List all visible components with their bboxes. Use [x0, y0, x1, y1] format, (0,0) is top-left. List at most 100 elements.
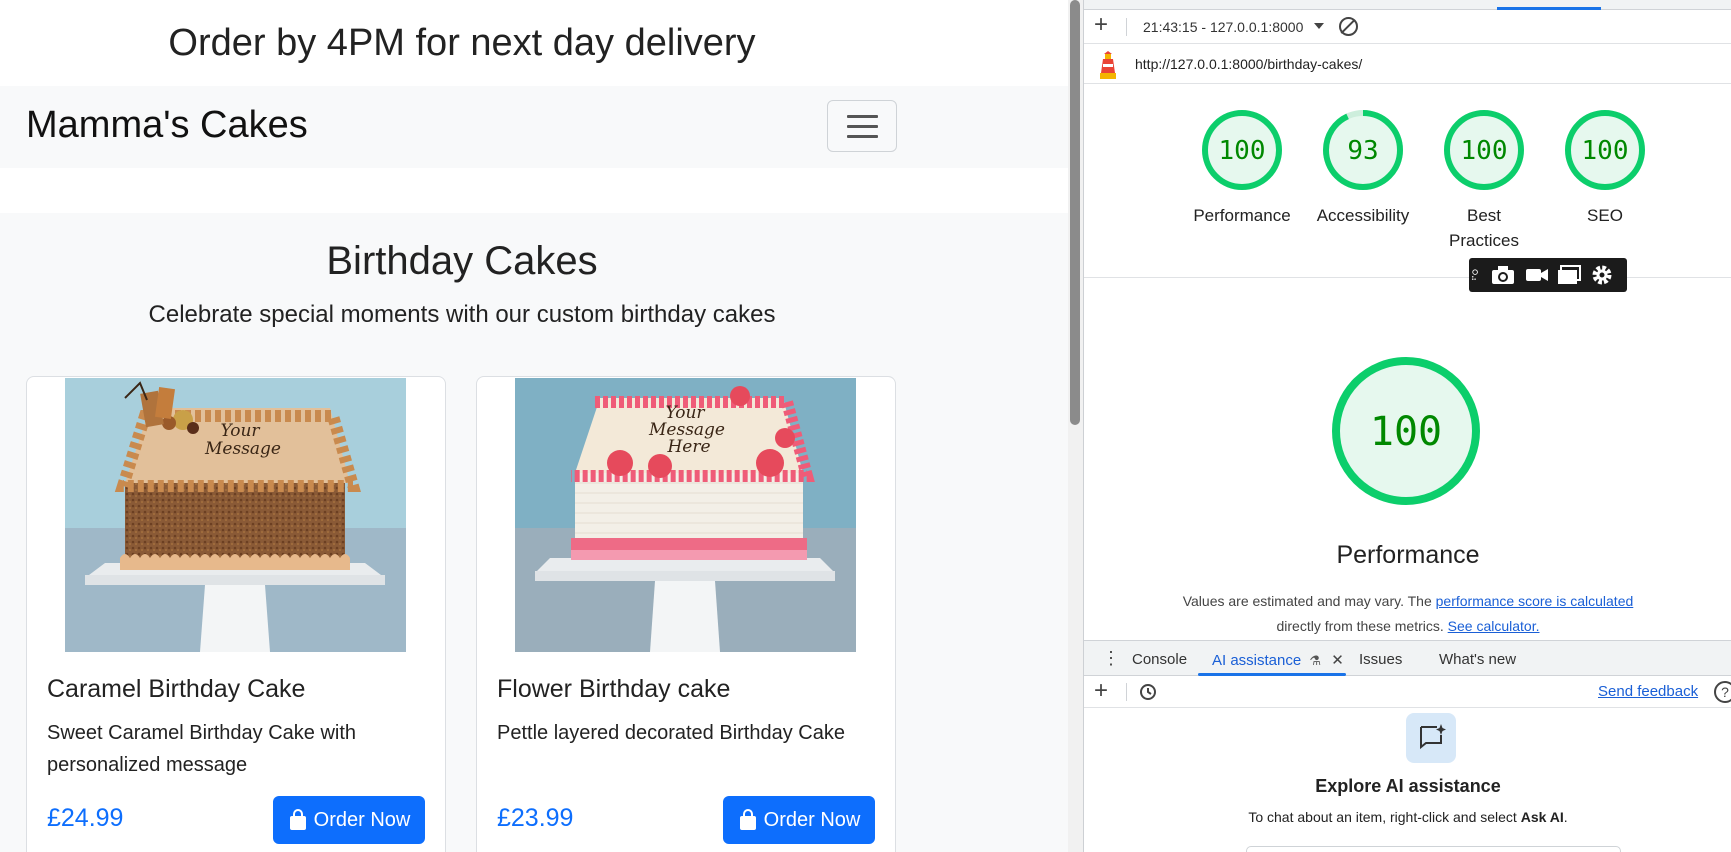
order-now-label: Order Now — [763, 808, 861, 831]
product-description: Pettle layered decorated Birthday Cake — [497, 722, 845, 744]
order-now-button[interactable]: Order Now — [273, 796, 425, 844]
note-text: directly from these metrics. — [1276, 618, 1444, 634]
score-calculation-link[interactable]: performance score is calculated — [1436, 593, 1634, 609]
svg-text:100: 100 — [1582, 136, 1629, 166]
new-chat-plus-icon[interactable]: + — [1094, 677, 1108, 705]
video-camera-icon[interactable] — [1525, 264, 1549, 286]
tab-console[interactable]: Console — [1132, 651, 1187, 668]
gauge-label: SEO — [1587, 206, 1623, 225]
svg-text:Message: Message — [204, 439, 281, 459]
toolbar-divider — [1126, 683, 1127, 701]
hamburger-icon — [847, 115, 878, 118]
gauge-label: Best Practices — [1434, 203, 1534, 253]
toolbar-divider — [1126, 18, 1127, 36]
product-card: Your Message Caramel Birthday Cake Sweet… — [26, 376, 446, 852]
close-tab-icon[interactable]: ✕ — [1331, 652, 1344, 669]
product-image-caramel-cake[interactable]: Your Message — [65, 378, 406, 652]
camera-icon[interactable] — [1491, 264, 1515, 286]
menu-toggle-button[interactable] — [827, 100, 897, 152]
pin-icon[interactable] — [1471, 264, 1485, 286]
gauge-seo[interactable]: 100 — [1563, 108, 1647, 192]
note-line-2: directly from these metrics. See calcula… — [1084, 614, 1731, 639]
product-card: Your Message Here Flower Birthday cake P… — [476, 376, 896, 852]
gauge-ring: 93 — [1323, 110, 1403, 190]
devtools-tabstrip — [1084, 0, 1731, 10]
ai-desc-end: . — [1563, 809, 1568, 825]
chevron-down-icon[interactable] — [1314, 23, 1324, 29]
svg-text:93: 93 — [1347, 136, 1378, 166]
product-description: Sweet Caramel Birthday Cake with persona… — [47, 722, 357, 776]
history-icon[interactable] — [1138, 682, 1158, 702]
product-title: Caramel Birthday Cake — [47, 675, 306, 703]
page-scrollbar[interactable] — [1068, 0, 1083, 852]
settings-gear-icon[interactable] — [1590, 264, 1614, 286]
gauge-ring: 100 — [1565, 110, 1645, 190]
website-viewport: Order by 4PM for next day delivery Mamma… — [0, 0, 1068, 852]
clear-reports-icon[interactable] — [1339, 17, 1358, 36]
note-line-1: Values are estimated and may vary. The p… — [1084, 589, 1731, 614]
hamburger-icon — [847, 125, 878, 128]
gauge-performance[interactable]: 100 — [1200, 108, 1284, 192]
tab-whats-new[interactable]: What's new — [1439, 651, 1516, 668]
caramel-cake-illustration: Your Message — [65, 378, 406, 652]
report-selector[interactable]: 21:43:15 - 127.0.0.1:8000 — [1143, 19, 1303, 35]
send-feedback-link[interactable]: Send feedback — [1598, 683, 1698, 700]
gauge-label-text: Best Practices — [1449, 206, 1519, 250]
hamburger-icon — [847, 135, 878, 138]
window-icon[interactable] — [1557, 264, 1581, 286]
gauge-best-practices[interactable]: 100 — [1442, 108, 1526, 192]
divider — [1084, 277, 1731, 278]
ai-description: To chat about an item, right-click and s… — [1084, 809, 1731, 825]
product-title: Flower Birthday cake — [497, 675, 731, 703]
product-image-flower-cake[interactable]: Your Message Here — [515, 378, 856, 652]
flower-cake-illustration: Your Message Here — [515, 378, 856, 652]
product-price: £24.99 — [47, 804, 124, 832]
ai-assistance-icon — [1406, 713, 1456, 763]
more-options-kebab-icon[interactable]: ⋮ — [1102, 649, 1120, 667]
tab-label: AI assistance — [1212, 652, 1302, 669]
see-calculator-link[interactable]: See calculator. — [1448, 618, 1540, 634]
product-price: £23.99 — [497, 804, 574, 832]
gauge-label: Performance — [1193, 206, 1291, 225]
lighthouse-logo-icon — [1100, 51, 1116, 79]
tab-ai-assistance[interactable]: AI assistance ⚗ ✕ — [1212, 651, 1344, 669]
tab-issues[interactable]: Issues — [1359, 651, 1402, 668]
gauge-ring: 100 — [1444, 110, 1524, 190]
gauge-ring: 100 — [1202, 110, 1282, 190]
note-text: Values are estimated and may vary. The — [1182, 593, 1436, 609]
report-url: http://127.0.0.1:8000/birthday-cakes/ — [1135, 56, 1363, 72]
birthday-cakes-section: Birthday Cakes Celebrate special moments… — [0, 213, 1068, 852]
gauge-accessibility[interactable]: 93 — [1321, 108, 1405, 192]
performance-note: Values are estimated and may vary. The p… — [1084, 589, 1731, 639]
performance-heading: Performance — [1336, 541, 1480, 569]
section-title: Birthday Cakes — [326, 239, 598, 283]
section-subtitle: Celebrate special moments with our custo… — [148, 301, 776, 328]
lighthouse-toolbar: + 21:43:15 - 127.0.0.1:8000 — [1084, 10, 1731, 44]
ai-chat-input[interactable] — [1246, 846, 1621, 852]
svg-text:Your: Your — [220, 421, 260, 441]
screen: Order by 4PM for next day delivery Mamma… — [0, 0, 1731, 852]
gauge-label: Accessibility — [1316, 206, 1410, 225]
chat-spark-icon — [1420, 724, 1446, 750]
ai-title: Explore AI assistance — [1315, 776, 1501, 796]
ai-desc-text: To chat about an item, right-click and s… — [1248, 809, 1521, 825]
brand-logo-text[interactable]: Mamma's Cakes — [26, 104, 308, 147]
svg-text:100: 100 — [1370, 409, 1442, 455]
report-url-row: http://127.0.0.1:8000/birthday-cakes/ — [1084, 44, 1731, 84]
experiment-flask-icon: ⚗ — [1309, 653, 1322, 668]
svg-text:100: 100 — [1461, 136, 1508, 166]
shopping-bag-icon — [739, 809, 756, 830]
order-now-button[interactable]: Order Now — [723, 796, 875, 844]
svg-text:100: 100 — [1219, 136, 1266, 166]
screenshot-toolbar — [1469, 258, 1627, 292]
scrollbar-thumb[interactable] — [1070, 0, 1080, 425]
ai-toolbar: + Send feedback ? — [1084, 676, 1731, 708]
help-icon[interactable]: ? — [1714, 681, 1731, 703]
navbar: Mamma's Cakes — [0, 86, 1068, 168]
new-report-plus-icon[interactable]: + — [1094, 12, 1108, 38]
drawer-tabbar: ⋮ Console AI assistance ⚗ ✕ Issues What'… — [1084, 640, 1731, 676]
svg-text:Here: Here — [666, 437, 710, 457]
shopping-bag-icon — [289, 809, 306, 830]
performance-big-gauge[interactable]: 100 — [1331, 356, 1481, 506]
gauge-ring: 100 — [1332, 357, 1480, 505]
